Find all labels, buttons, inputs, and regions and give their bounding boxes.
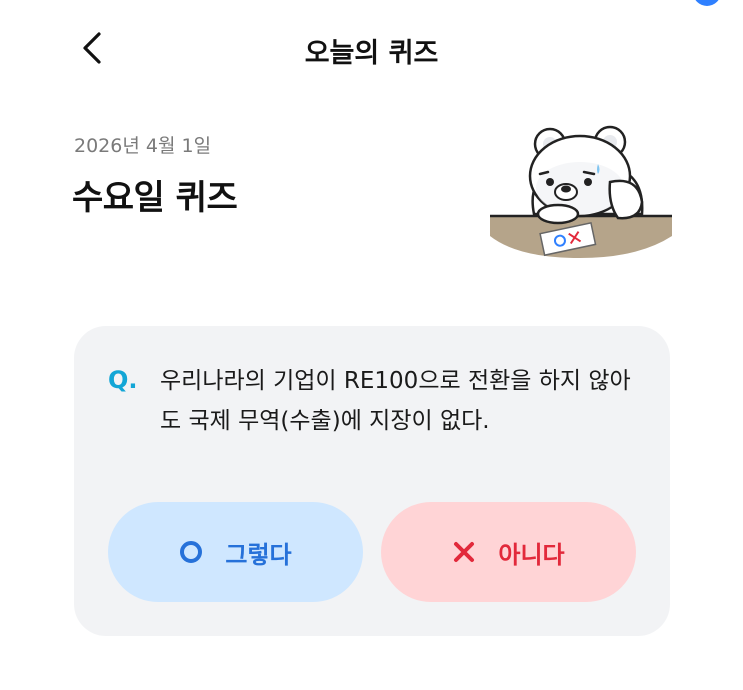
quiz-page: 오늘의 퀴즈 2026년 4월 1일 수요일 퀴즈 Q. 우리나라의 기업이 R… bbox=[0, 0, 743, 690]
question-text: 우리나라의 기업이 RE100으로 전환을 하지 않아도 국제 무역(수출)에 … bbox=[160, 368, 631, 434]
notification-dot bbox=[693, 0, 721, 6]
answer-yes-label: 그렇다 bbox=[225, 540, 292, 569]
header: 오늘의 퀴즈 bbox=[0, 18, 743, 78]
question-label: Q. bbox=[108, 366, 138, 394]
answer-no-label: 아니다 bbox=[498, 540, 565, 569]
circle-o-icon bbox=[179, 540, 203, 564]
answer-no-button[interactable]: 아니다 bbox=[381, 502, 636, 602]
x-icon bbox=[452, 540, 476, 564]
question-card: Q. 우리나라의 기업이 RE100으로 전환을 하지 않아도 국제 무역(수출… bbox=[74, 326, 670, 636]
page-title: 오늘의 퀴즈 bbox=[304, 38, 439, 69]
quiz-title: 수요일 퀴즈 bbox=[72, 178, 238, 218]
bear-illustration bbox=[490, 125, 672, 258]
quiz-date: 2026년 4월 1일 bbox=[74, 135, 212, 157]
answer-yes-button[interactable]: 그렇다 bbox=[108, 502, 363, 602]
